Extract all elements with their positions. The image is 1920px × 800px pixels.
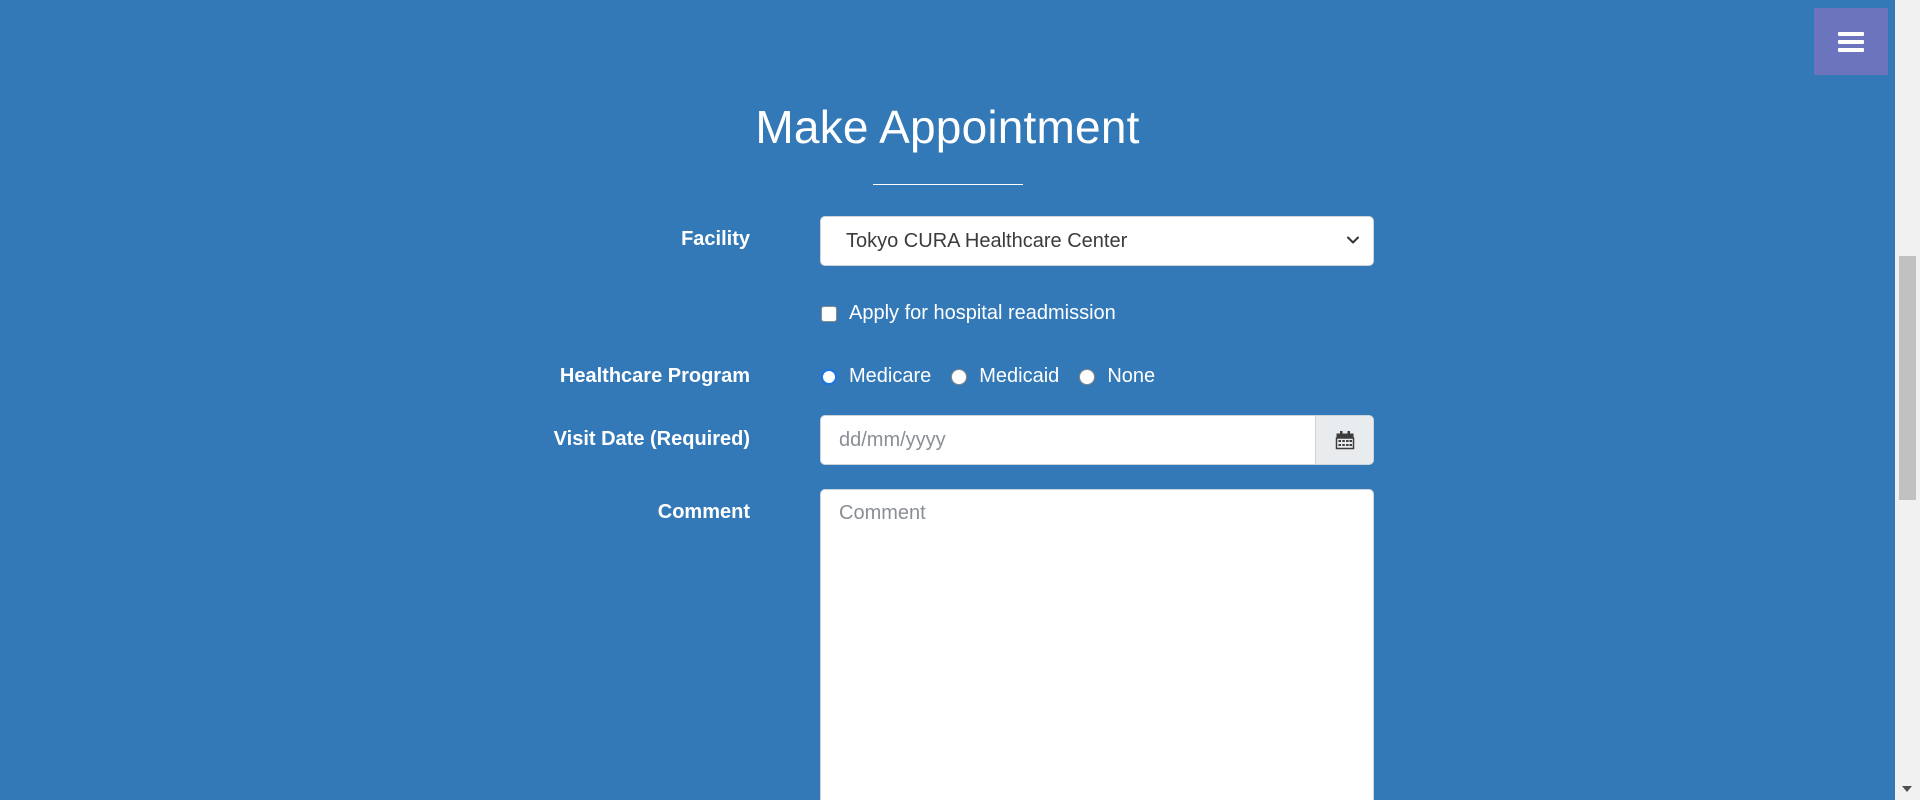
radio-medicare-circle[interactable] xyxy=(821,368,837,385)
readmission-row: Apply for hospital readmission xyxy=(821,302,1116,325)
vertical-scrollbar[interactable] xyxy=(1895,0,1920,800)
chevron-down-icon xyxy=(1347,236,1359,244)
radio-medicare-label: Medicare xyxy=(849,365,932,387)
radio-none[interactable]: None xyxy=(1079,365,1155,388)
title-divider xyxy=(873,184,1023,185)
scroll-down-arrow-icon[interactable] xyxy=(1902,786,1912,792)
radio-medicaid-circle[interactable] xyxy=(951,368,968,385)
visit-date-group xyxy=(820,415,1374,465)
visit-date-label: Visit Date (Required) xyxy=(553,428,750,450)
menu-toggle-button[interactable] xyxy=(1814,8,1888,75)
visit-date-input[interactable] xyxy=(820,415,1316,465)
page-title: Make Appointment xyxy=(755,101,1140,153)
facility-selected-value: Tokyo CURA Healthcare Center xyxy=(846,229,1128,252)
radio-none-label: None xyxy=(1107,365,1156,387)
facility-select[interactable]: Tokyo CURA Healthcare Center xyxy=(820,216,1374,266)
scrollbar-thumb[interactable] xyxy=(1899,256,1916,500)
radio-medicare[interactable]: Medicare xyxy=(821,365,931,388)
calendar-icon xyxy=(1335,431,1354,450)
radio-none-circle[interactable] xyxy=(1079,368,1096,385)
radio-medicaid[interactable]: Medicaid xyxy=(951,365,1059,388)
radio-medicaid-label: Medicaid xyxy=(979,365,1060,387)
comment-textarea[interactable] xyxy=(820,489,1374,800)
page: Make Appointment Facility Tokyo CURA Hea… xyxy=(0,0,1895,800)
calendar-button[interactable] xyxy=(1316,415,1374,465)
program-label: Healthcare Program xyxy=(559,365,750,387)
program-radio-group: Medicare Medicaid None xyxy=(821,365,1175,388)
comment-label: Comment xyxy=(657,501,750,523)
readmission-checkbox[interactable] xyxy=(821,305,837,322)
facility-label: Facility xyxy=(681,228,750,250)
readmission-label: Apply for hospital readmission xyxy=(849,302,1116,324)
hamburger-menu-icon xyxy=(1838,28,1864,56)
